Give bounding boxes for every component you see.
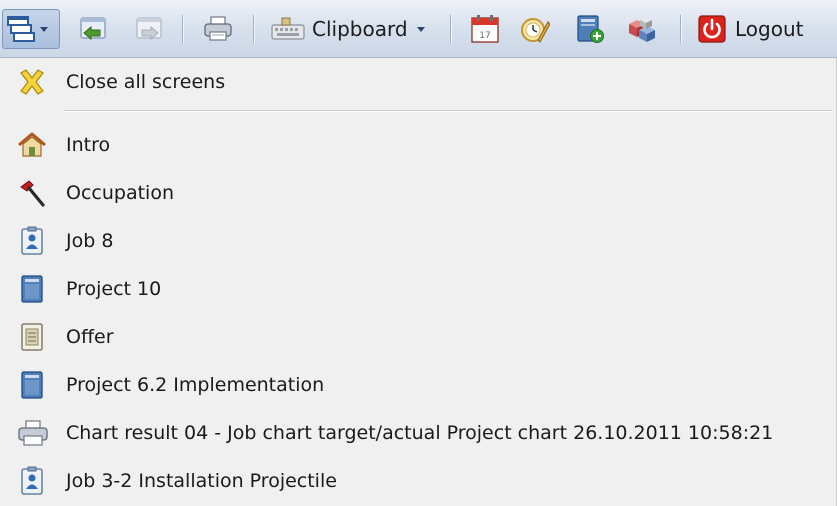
menu-item-job-8[interactable]: Job 8 [0, 217, 837, 265]
windows-menu-icon [7, 16, 35, 42]
forward-button[interactable] [134, 13, 164, 45]
toolbar-separator [450, 15, 451, 43]
job-badge-icon [17, 466, 47, 496]
toolbar-separator [182, 15, 183, 43]
menu-item-intro[interactable]: Intro [0, 121, 837, 169]
offer-sheet-icon [17, 322, 47, 352]
logout-button[interactable]: Logout [697, 13, 803, 45]
forward-icon [134, 15, 164, 43]
menu-item-label: Project 10 [66, 278, 162, 300]
menu-separator [64, 110, 832, 111]
calendar-button[interactable]: 17 [470, 13, 500, 45]
toolbar-separator [680, 15, 681, 43]
clipboard-label: Clipboard [312, 17, 408, 41]
menu-item-chart-result[interactable]: Chart result 04 - Job chart target/actua… [0, 409, 837, 457]
reminder-button[interactable] [518, 13, 550, 45]
main-toolbar: Clipboard 17 Logout [0, 0, 837, 58]
clipboard-icon [270, 15, 306, 43]
chevron-down-icon [40, 26, 48, 32]
calendar-icon: 17 [470, 14, 500, 44]
menu-item-job-3-2[interactable]: Job 3-2 Installation Projectile [0, 457, 837, 505]
windows-menu-button[interactable] [2, 9, 60, 49]
menu-item-label: Job 3-2 Installation Projectile [66, 470, 337, 492]
print-button[interactable] [202, 13, 234, 45]
menu-item-offer[interactable]: Offer [0, 313, 837, 361]
menu-item-label: Project 6.2 Implementation [66, 374, 325, 396]
power-icon [697, 14, 727, 44]
menu-item-label: Occupation [66, 182, 174, 204]
hammer-icon [17, 178, 47, 208]
menu-item-project-6-2[interactable]: Project 6.2 Implementation [0, 361, 837, 409]
close-icon [17, 67, 47, 97]
menu-item-label: Close all screens [66, 71, 226, 93]
modules-button[interactable] [625, 13, 659, 45]
alarm-clock-icon [518, 14, 550, 44]
menu-item-label: Chart result 04 - Job chart target/actua… [66, 422, 774, 444]
cubes-icon [625, 14, 659, 44]
project-book-icon [17, 274, 47, 304]
toolbar-separator [253, 15, 254, 43]
home-icon [17, 130, 47, 160]
new-document-button[interactable] [575, 13, 605, 45]
back-button[interactable] [78, 13, 108, 45]
chevron-down-icon [416, 26, 425, 32]
menu-item-project-10[interactable]: Project 10 [0, 265, 837, 313]
add-document-icon [575, 14, 605, 44]
clipboard-button[interactable]: Clipboard [270, 13, 425, 45]
menu-item-label: Job 8 [66, 230, 114, 252]
print-icon [202, 15, 234, 43]
menu-item-label: Offer [66, 326, 114, 348]
menu-item-occupation[interactable]: Occupation [0, 169, 837, 217]
job-badge-icon [17, 226, 47, 256]
back-icon [78, 15, 108, 43]
logout-label: Logout [735, 17, 804, 41]
menu-item-close-all[interactable]: Close all screens [0, 58, 837, 106]
menu-item-label: Intro [66, 134, 111, 156]
open-screens-menu: Close all screens Intro Occupation Job 8… [0, 58, 837, 506]
print-icon [17, 418, 48, 448]
svg-text:17: 17 [479, 31, 490, 41]
project-book-icon [17, 370, 47, 400]
